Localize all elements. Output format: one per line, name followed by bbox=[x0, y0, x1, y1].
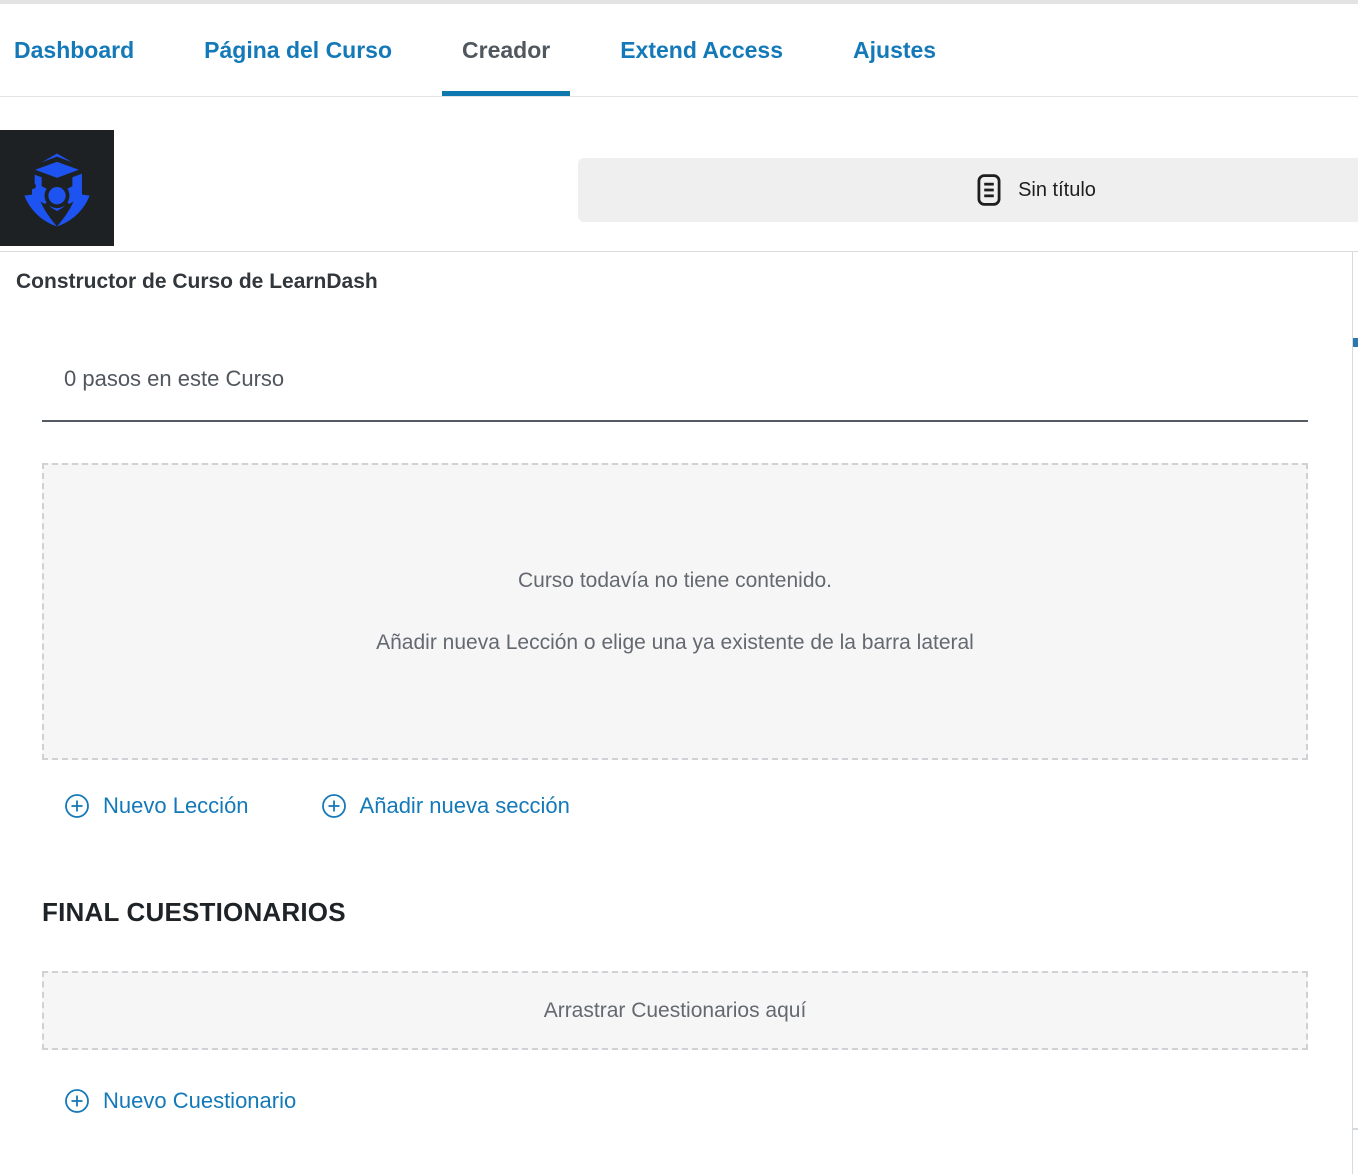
new-quiz-label: Nuevo Cuestionario bbox=[103, 1088, 297, 1113]
document-lines-icon bbox=[977, 174, 1001, 206]
tab-builder[interactable]: Creador bbox=[442, 4, 571, 96]
sidebar-edge-notch bbox=[1353, 1128, 1358, 1130]
builder-body: Constructor de Curso de LearnDash 0 paso… bbox=[0, 252, 1358, 1174]
site-logo bbox=[0, 130, 114, 246]
course-tabs: Dashboard Página del Curso Creador Exten… bbox=[0, 4, 1358, 97]
empty-state-line2: Añadir nueva Lección o elige una ya exis… bbox=[376, 630, 974, 654]
graduation-cap-hexagon-logo bbox=[24, 153, 90, 227]
empty-state-line1: Curso todavía no tiene contenido. bbox=[517, 568, 833, 592]
new-section-label: Añadir nueva sección bbox=[359, 793, 570, 818]
course-title-field[interactable]: Sin título bbox=[578, 158, 1358, 222]
new-section-button[interactable]: Añadir nueva sección bbox=[321, 793, 570, 819]
builder-header: Sin título bbox=[0, 98, 1358, 252]
course-title-placeholder: Sin título bbox=[1018, 178, 1096, 201]
tab-course-page[interactable]: Página del Curso bbox=[184, 4, 412, 96]
builder-heading: Constructor de Curso de LearnDash bbox=[16, 270, 378, 293]
new-quiz-button[interactable]: Nuevo Cuestionario bbox=[64, 1088, 296, 1114]
quizzes-dropzone[interactable]: Arrastrar Cuestionarios aquí bbox=[42, 971, 1308, 1050]
tab-extend-access[interactable]: Extend Access bbox=[600, 4, 803, 96]
steps-count: 0 pasos en este Curso bbox=[64, 366, 285, 391]
quiz-actions: Nuevo Cuestionario bbox=[64, 1088, 296, 1114]
sidebar-edge-accent bbox=[1353, 338, 1358, 347]
quiz-dropzone-label: Arrastrar Cuestionarios aquí bbox=[543, 998, 807, 1022]
lessons-dropzone[interactable]: Curso todavía no tiene contenido. Añadir… bbox=[42, 463, 1308, 760]
circle-plus-icon bbox=[321, 794, 346, 818]
tab-settings[interactable]: Ajustes bbox=[833, 4, 956, 96]
circle-plus-icon bbox=[65, 794, 89, 818]
lesson-actions: Nuevo Lección Añadir nueva sección bbox=[64, 793, 570, 819]
tab-dashboard[interactable]: Dashboard bbox=[0, 4, 154, 96]
final-quizzes-heading: FINAL CUESTIONARIOS bbox=[42, 897, 346, 927]
sidebar-edge-border bbox=[1352, 252, 1353, 1174]
learndash-course-builder-page: Dashboard Página del Curso Creador Exten… bbox=[0, 0, 1358, 1174]
circle-plus-icon bbox=[65, 1089, 89, 1113]
new-lesson-button[interactable]: Nuevo Lección bbox=[64, 793, 249, 819]
steps-divider bbox=[42, 420, 1308, 422]
new-lesson-label: Nuevo Lección bbox=[103, 793, 249, 818]
